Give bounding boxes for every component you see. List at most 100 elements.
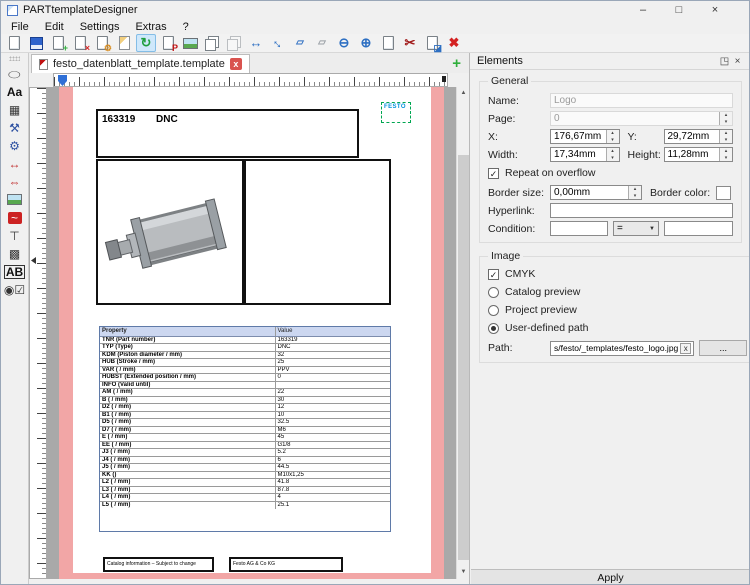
- add-page-icon[interactable]: +: [48, 34, 68, 52]
- property-table-element[interactable]: Property Value TNR (Part number) 163319: [99, 326, 391, 532]
- page-settings-icon[interactable]: ⚙: [92, 34, 112, 52]
- perspective-disabled-icon[interactable]: ▱: [312, 34, 332, 52]
- image-tool[interactable]: [1, 191, 28, 208]
- qrcode-tool[interactable]: ▩: [1, 245, 28, 262]
- scrollbar-thumb[interactable]: [458, 155, 469, 560]
- height-stepper[interactable]: ▴▾: [719, 148, 732, 161]
- print-preview-icon[interactable]: [378, 34, 398, 52]
- menu-extras[interactable]: Extras: [127, 21, 174, 33]
- table-row: L4 ( / mm) 4: [100, 494, 390, 502]
- pin-tool[interactable]: ⊤: [1, 227, 28, 244]
- table-row: TNR (Part number) 163319: [100, 336, 390, 344]
- textfield-tool[interactable]: AB: [1, 263, 28, 280]
- screw-dimension-tool[interactable]: ⚙: [1, 137, 28, 154]
- curve-tool[interactable]: ~: [1, 209, 28, 226]
- border-color-swatch[interactable]: [716, 186, 731, 200]
- minimize-button[interactable]: –: [637, 4, 649, 16]
- product-image-box[interactable]: [96, 159, 244, 305]
- menu-file[interactable]: File: [3, 21, 37, 33]
- canvas-vertical-scrollbar[interactable]: ▲ ▼: [456, 87, 469, 579]
- dimension-tool[interactable]: ↔: [1, 155, 28, 172]
- menu-help[interactable]: ?: [175, 21, 197, 33]
- name-field[interactable]: Logo: [550, 93, 733, 108]
- fold-page-icon[interactable]: [114, 34, 134, 52]
- toolbar: + × ⚙ ↻ P: [1, 34, 749, 53]
- ruler-marker[interactable]: [58, 75, 67, 86]
- refresh-preview-icon[interactable]: ↻: [136, 34, 156, 52]
- maximize-button[interactable]: □: [673, 4, 685, 16]
- perspective-icon[interactable]: ▱: [290, 34, 310, 52]
- fit-page-icon[interactable]: ↔: [268, 34, 288, 52]
- close-panel-icon[interactable]: ×: [731, 56, 744, 67]
- height-field[interactable]: 11,28mm ▴▾: [664, 147, 734, 162]
- logo-element-selected[interactable]: FESTO: [381, 102, 411, 123]
- table-row: HUBST (Extended position / mm) 0: [100, 374, 390, 382]
- export-package-icon[interactable]: ◪: [422, 34, 442, 52]
- vertical-ruler-marker: [31, 257, 36, 264]
- apply-button[interactable]: Apply: [471, 569, 750, 585]
- design-canvas[interactable]: 163319 DNC FESTO: [47, 87, 456, 579]
- save-icon[interactable]: [26, 34, 46, 52]
- close-button[interactable]: ×: [709, 4, 721, 16]
- tab-close-icon[interactable]: x: [230, 58, 242, 70]
- catalog-preview-radio[interactable]: [488, 287, 499, 298]
- y-field[interactable]: 29,72mm ▴▾: [664, 129, 734, 144]
- fit-width-icon[interactable]: ↔: [246, 34, 266, 52]
- footer-left-box[interactable]: Catalog information – Subject to change: [103, 557, 214, 572]
- border-size-stepper[interactable]: ▴▾: [628, 186, 641, 199]
- footer-right-box[interactable]: Festo AG & Co KG: [229, 557, 343, 572]
- image-legend: Image: [488, 250, 523, 262]
- width-stepper[interactable]: ▴▾: [606, 148, 619, 161]
- menu-settings[interactable]: Settings: [72, 21, 128, 33]
- float-panel-icon[interactable]: ◳: [718, 56, 731, 67]
- header-box-element[interactable]: 163319 DNC: [96, 109, 359, 158]
- width-field[interactable]: 17,34mm ▴▾: [550, 147, 620, 162]
- y-stepper[interactable]: ▴▾: [719, 130, 732, 143]
- export-pdf-icon[interactable]: P: [158, 34, 178, 52]
- project-preview-radio[interactable]: [488, 305, 499, 316]
- type-code: DNC: [156, 114, 178, 125]
- formcontrols-tool[interactable]: ◉☑: [1, 281, 28, 298]
- table-row: B ( / mm) 30: [100, 396, 390, 404]
- condition-operator-dropdown[interactable]: = ▼: [613, 221, 659, 236]
- path-field[interactable]: s/festo/_templates/festo_logo.jpg x: [550, 341, 694, 356]
- x-stepper[interactable]: ▴▾: [606, 130, 619, 143]
- add-tab-button[interactable]: +: [452, 56, 461, 71]
- browse-button[interactable]: ...: [699, 340, 747, 356]
- zoom-in-icon[interactable]: ⊕: [356, 34, 376, 52]
- general-group: General Name: Logo Page: 0 ▴▾ X:: [479, 75, 742, 243]
- image-icon[interactable]: [180, 34, 200, 52]
- drawing-box[interactable]: [244, 159, 391, 305]
- border-size-field[interactable]: 0,00mm ▴▾: [550, 185, 642, 200]
- template-page[interactable]: 163319 DNC FESTO: [73, 87, 431, 573]
- table-tool[interactable]: ▦: [1, 101, 28, 118]
- new-document-icon[interactable]: [4, 34, 24, 52]
- hyperlink-field[interactable]: [550, 203, 733, 218]
- delete-page-icon[interactable]: ×: [70, 34, 90, 52]
- copy-icon[interactable]: [202, 34, 222, 52]
- menu-edit[interactable]: Edit: [37, 21, 72, 33]
- tab-active-template[interactable]: festo_datenblatt_template.template x: [31, 54, 250, 73]
- clear-path-icon[interactable]: x: [680, 343, 691, 354]
- table-row: D7 ( / mm) M6: [100, 426, 390, 434]
- paste-icon[interactable]: [224, 34, 244, 52]
- page-stepper[interactable]: ▴▾: [719, 112, 732, 125]
- cmyk-checkbox[interactable]: ✓: [488, 269, 499, 280]
- template-file-icon: [39, 59, 48, 70]
- zoom-out-icon[interactable]: ⊖: [334, 34, 354, 52]
- close-file-icon[interactable]: ✖: [444, 34, 464, 52]
- text-tool[interactable]: Aa: [1, 83, 28, 100]
- user-defined-path-radio[interactable]: [488, 323, 499, 334]
- sidebar-grip[interactable]: [9, 56, 20, 61]
- page-field[interactable]: 0 ▴▾: [550, 111, 733, 126]
- menu-bar: FileEditSettingsExtras?: [1, 19, 749, 34]
- condition-field-2[interactable]: [664, 221, 733, 236]
- dimension-lock-tool[interactable]: ⇔: [1, 173, 28, 190]
- x-field[interactable]: 176,67mm ▴▾: [550, 129, 620, 144]
- repeat-on-overflow-checkbox[interactable]: ✓: [488, 168, 499, 179]
- condition-field-1[interactable]: [550, 221, 608, 236]
- cut-icon[interactable]: ✂: [400, 34, 420, 52]
- screw-part-tool[interactable]: ⚒: [1, 119, 28, 136]
- table-row: TYP (Type) DNC: [100, 344, 390, 352]
- ellipse-tool[interactable]: ◯: [1, 65, 28, 82]
